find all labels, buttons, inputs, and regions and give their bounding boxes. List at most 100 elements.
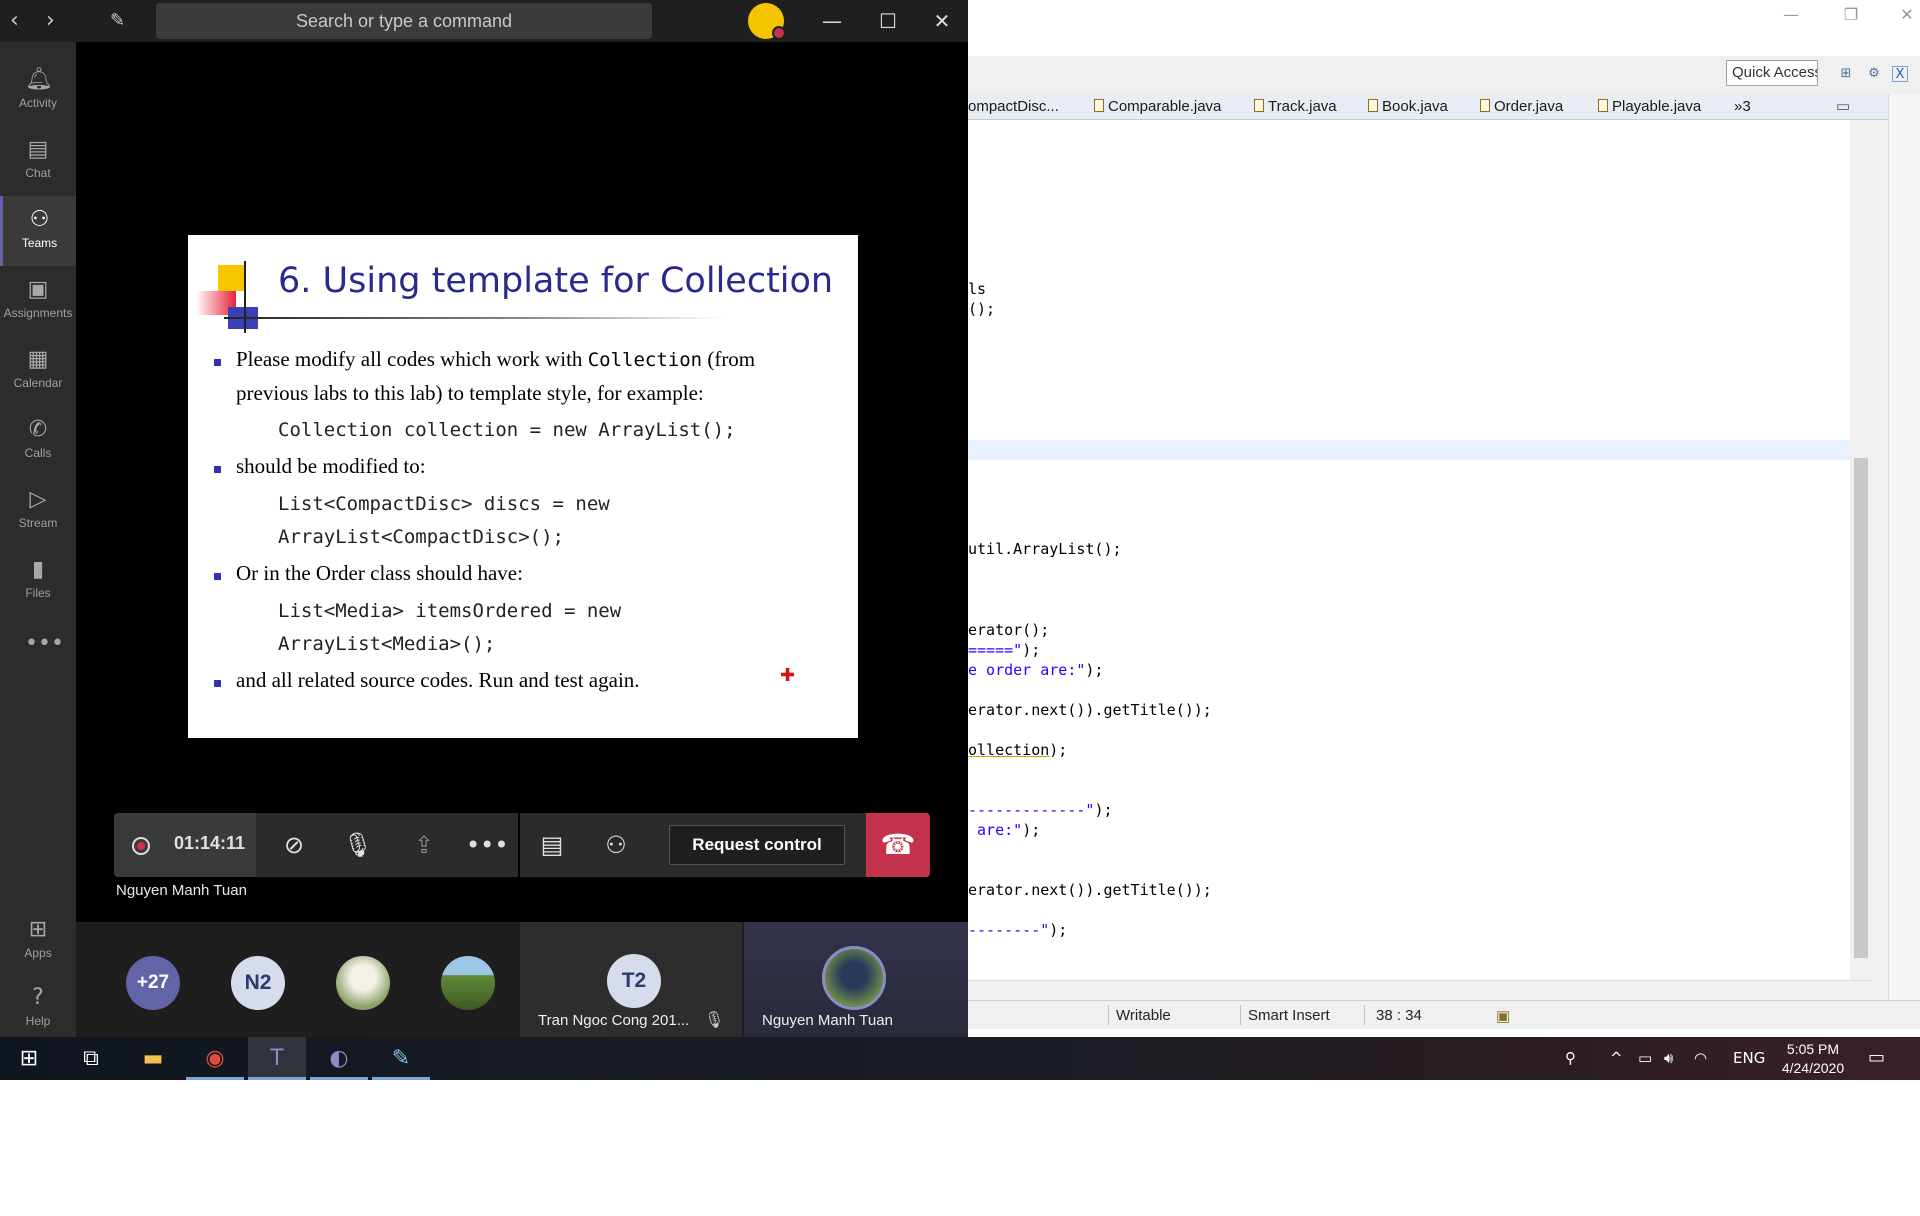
java-perspective-icon[interactable]: X	[1892, 66, 1908, 82]
participant-name: Tran Ngoc Cong 201...	[538, 1012, 690, 1029]
participants-icon[interactable]: ⚇	[596, 825, 636, 865]
java-file-icon	[1094, 99, 1104, 112]
code-text: );	[1085, 661, 1104, 679]
debug-perspective-icon[interactable]: ⚙	[1866, 66, 1882, 82]
teams-taskbar-icon[interactable]: T	[248, 1037, 306, 1080]
participant-tile[interactable]: T2 Tran Ngoc Cong 201... 🎙︎	[520, 922, 742, 1037]
maximize-icon[interactable]: ☐	[868, 6, 908, 36]
input-language[interactable]: ENG	[1733, 1049, 1765, 1067]
cursor-cross-icon: ✚	[780, 665, 796, 686]
status-progress-icon[interactable]: ▣	[1496, 1007, 1510, 1025]
participant-avatar[interactable]	[336, 956, 390, 1010]
rail-item-help[interactable]: ? Help	[0, 974, 76, 1044]
open-perspective-icon[interactable]: ⊞	[1838, 66, 1854, 82]
chat-icon: ▤	[27, 137, 49, 162]
rail-item-activity[interactable]: 🔔︎ Activity	[0, 56, 76, 126]
scrollbar-thumb[interactable]	[1854, 458, 1868, 958]
minimize-editor-icon[interactable]: ▭	[1836, 97, 1850, 117]
search-input[interactable]: Search or type a command	[156, 3, 652, 39]
tab-track[interactable]: Track.java	[1254, 97, 1337, 117]
eclipse-icon[interactable]: ◐	[310, 1037, 368, 1080]
clock-date[interactable]: 4/24/2020	[1772, 1060, 1854, 1076]
windows-start-icon[interactable]: ⊞	[0, 1037, 58, 1080]
controls-divider	[518, 813, 520, 877]
slide-code: List<CompactDisc> discs = new	[278, 493, 610, 515]
request-control-button[interactable]: Request control	[669, 825, 845, 865]
code-string: are:"	[968, 821, 1023, 839]
eclipse-toolbar: Quick Access ⊞ ⚙ X	[968, 56, 1920, 94]
back-icon[interactable]: ‹	[10, 8, 19, 34]
editor-horizontal-scrollbar[interactable]	[968, 980, 1872, 1000]
status-cursor-position: 38 : 34	[1376, 1007, 1422, 1024]
code-editor[interactable]: ls (); util.ArrayList(); erator(); =====…	[968, 120, 1853, 980]
right-trim	[1888, 94, 1920, 1029]
code-line: =====");	[968, 641, 1040, 659]
more-participants-badge[interactable]: +27	[126, 956, 180, 1010]
minimize-icon[interactable]: —	[812, 6, 852, 36]
hang-up-button[interactable]: ☎	[866, 813, 930, 877]
calendar-icon: ▦	[27, 347, 49, 372]
people-icon[interactable]: ⚲	[1565, 1049, 1576, 1067]
rail-item-chat[interactable]: ▤ Chat	[0, 126, 76, 196]
editor-vertical-scrollbar[interactable]	[1850, 120, 1872, 980]
battery-icon[interactable]: ▭	[1638, 1049, 1652, 1067]
code-line: are:");	[968, 821, 1040, 839]
tab-playable[interactable]: Playable.java	[1598, 97, 1701, 117]
rail-item-calls[interactable]: ✆ Calls	[0, 406, 76, 476]
empty-area	[0, 1080, 1920, 1216]
code-text: );	[1022, 821, 1041, 839]
chrome-icon[interactable]: ◉	[186, 1037, 244, 1080]
restore-icon[interactable]: ❐	[1828, 2, 1874, 28]
code-string: ====="	[968, 641, 1023, 659]
eclipse-window: — ❐ ✕ Quick Access ⊞ ⚙ X ompactDisc... C…	[968, 0, 1920, 1029]
forward-icon[interactable]: ›	[46, 8, 55, 34]
tabs-overflow[interactable]: »3	[1734, 97, 1751, 117]
minimize-icon[interactable]: —	[1768, 2, 1814, 28]
camera-off-icon[interactable]: ⊘	[274, 825, 314, 865]
code-line: e order are:");	[968, 661, 1103, 679]
rail-item-stream[interactable]: ▷ Stream	[0, 476, 76, 546]
file-explorer-icon[interactable]: ▬	[124, 1037, 182, 1080]
wifi-icon[interactable]: ◠	[1694, 1049, 1707, 1067]
more-options-icon[interactable]: •••	[466, 825, 508, 865]
slide-text: and all related source codes. Run and te…	[236, 668, 640, 692]
rail-item-teams[interactable]: ⚇ Teams	[0, 196, 76, 266]
slide-logo	[218, 265, 244, 291]
more-apps-button[interactable]: •••	[0, 620, 76, 660]
show-hidden-icons[interactable]: ^	[1610, 1049, 1623, 1067]
slide-code: List<Media> itemsOrdered = new	[278, 600, 622, 622]
tab-order[interactable]: Order.java	[1480, 97, 1563, 117]
rail-item-assignments[interactable]: ▣ Assignments	[0, 266, 76, 336]
tab-book[interactable]: Book.java	[1368, 97, 1448, 117]
code-string: -------------"	[968, 801, 1095, 819]
paint-icon[interactable]: ✎	[372, 1037, 430, 1080]
close-icon[interactable]: ✕	[922, 6, 962, 36]
tab-compactdisc[interactable]: ompactDisc...	[968, 97, 1059, 117]
participant-avatar[interactable]: N2	[231, 956, 285, 1010]
assignments-icon: ▣	[27, 277, 49, 302]
java-file-icon	[1480, 99, 1490, 112]
rail-item-files[interactable]: ▮ Files	[0, 546, 76, 616]
mic-off-icon[interactable]: 🎙︎	[338, 825, 378, 865]
windows-taskbar: ⊞ ⧉ ▬ ◉ T ◐ ✎ ⚲ ^ ▭ 🔊︎ ◠ ENG 5:05 PM 4/2…	[0, 1037, 1920, 1080]
tab-label: ompactDisc...	[968, 98, 1059, 115]
compose-icon[interactable]: ✎	[110, 8, 125, 34]
task-view-icon[interactable]: ⧉	[62, 1037, 120, 1080]
participant-avatar: T2	[607, 954, 661, 1008]
chat-toggle-icon[interactable]: ▤	[532, 825, 572, 865]
participants-strip: +27 N2 T2 Tran Ngoc Cong 201... 🎙︎ Nguye…	[76, 922, 968, 1037]
rail-item-calendar[interactable]: ▦ Calendar	[0, 336, 76, 406]
code-text: );	[1094, 801, 1113, 819]
clock-time[interactable]: 5:05 PM	[1776, 1041, 1850, 1057]
close-icon[interactable]: ✕	[1884, 2, 1920, 28]
notifications-icon[interactable]: ▭	[1868, 1047, 1885, 1068]
code-line: util.ArrayList();	[968, 540, 1122, 558]
participant-tile[interactable]: Nguyen Manh Tuan	[744, 922, 968, 1037]
participant-avatar[interactable]	[441, 956, 495, 1010]
share-screen-icon[interactable]: ⇪	[404, 825, 444, 865]
volume-icon[interactable]: 🔊︎	[1664, 1049, 1673, 1067]
rail-label: Teams	[21, 236, 58, 250]
tab-comparable[interactable]: Comparable.java	[1094, 97, 1221, 117]
quick-access-field[interactable]: Quick Access	[1726, 60, 1818, 86]
rail-item-apps[interactable]: ⊞ Apps	[0, 906, 76, 976]
